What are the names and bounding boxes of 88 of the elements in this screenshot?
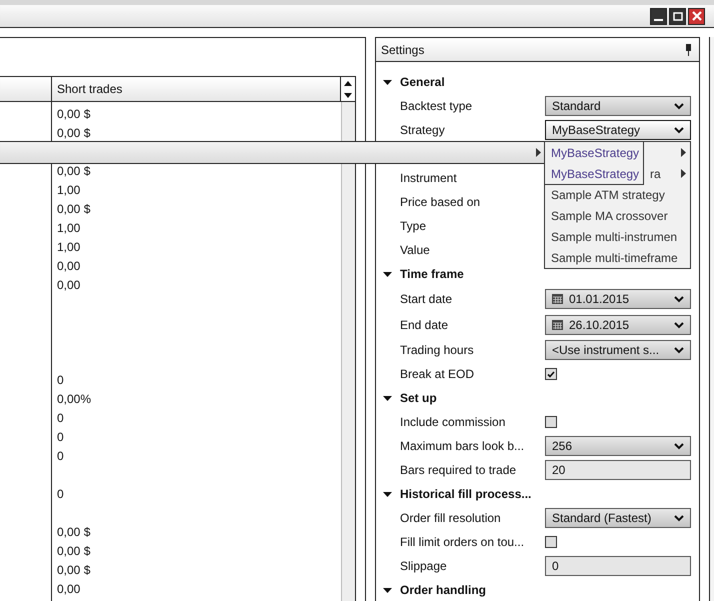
table-cell: 0,00 $ (57, 563, 90, 577)
submenu-arrow-icon (681, 148, 686, 157)
date-field[interactable]: 01.01.2015 (545, 289, 691, 309)
scrollbar-track[interactable] (341, 102, 355, 601)
property-label: Instrument (400, 171, 458, 185)
column-header[interactable]: Short trades (52, 77, 341, 101)
list-item[interactable]: Sample MA crossover (551, 208, 668, 222)
checkbox[interactable] (545, 368, 557, 380)
chevron-down-icon (674, 126, 684, 134)
collapse-icon[interactable] (383, 78, 392, 86)
table-cell: 0 (57, 449, 64, 463)
table-cell: 0 (57, 373, 64, 387)
table-cell: 0,00 (57, 278, 80, 292)
property-label: Strategy (400, 123, 446, 137)
property-label: Trading hours (400, 343, 475, 357)
scroll-down-icon[interactable] (344, 92, 352, 98)
input-field[interactable]: 20 (545, 460, 691, 480)
chevron-down-icon (674, 322, 684, 328)
maximize-icon (672, 12, 682, 20)
submenu-item[interactable]: MyBaseStrategy (545, 163, 643, 184)
collapse-icon[interactable] (383, 490, 392, 498)
list-item[interactable]: Sample ATM strategy (551, 188, 665, 202)
table-cell: 0,00 (57, 582, 80, 596)
chevron-down-icon (674, 442, 684, 450)
dropdown-field[interactable]: 256 (545, 436, 691, 456)
checkbox[interactable] (545, 536, 557, 548)
checkbox[interactable] (545, 416, 557, 428)
property-label: Order fill resolution (400, 511, 502, 525)
table-cell: 0,00 $ (57, 126, 90, 140)
property-label: End date (400, 318, 450, 332)
chevron-down-icon (674, 102, 684, 110)
submenu-arrow-icon (681, 169, 686, 178)
section-title: General (400, 75, 445, 89)
maximize-button[interactable] (669, 8, 686, 24)
property-label: Type (400, 219, 428, 233)
property-label: Break at EOD (400, 367, 476, 381)
section-title: Historical fill process... (400, 487, 532, 501)
dropdown-field[interactable]: Standard (Fastest) (545, 508, 691, 528)
property-label: Backtest type (400, 99, 474, 113)
table-cell: 0 (57, 487, 64, 501)
table-cell: 0,00 (57, 259, 80, 273)
dropdown-field[interactable]: Standard (545, 96, 691, 116)
table-cell: 0,00 $ (57, 525, 90, 539)
table-cell: 0,00 $ (57, 544, 90, 558)
close-icon (692, 11, 702, 21)
collapse-icon[interactable] (383, 586, 392, 594)
table-cell: 0,00 $ (57, 164, 90, 178)
dropdown-field[interactable]: <Use instrument s... (545, 340, 691, 360)
property-label: Fill limit orders on tou... (400, 535, 526, 549)
list-item[interactable]: Sample multi-timeframe (551, 250, 678, 264)
section-title: Time frame (400, 267, 464, 281)
chevron-down-icon (674, 296, 684, 302)
scroll-up-icon[interactable] (344, 80, 352, 86)
minimize-icon (654, 19, 663, 21)
pin-icon[interactable] (686, 44, 691, 56)
chevron-down-icon (674, 514, 684, 522)
table-cell: 1,00 (57, 240, 80, 254)
list-item[interactable]: Sample multi-instrumen (551, 230, 678, 244)
property-label: Price based on (400, 195, 482, 209)
property-label: Start date (400, 292, 454, 306)
calendar-icon (552, 320, 563, 330)
chevron-down-icon (674, 346, 684, 354)
table-cell: 0,00% (57, 392, 92, 406)
table-cell: 1,00 (57, 183, 80, 197)
submenu-arrow-icon (536, 148, 541, 157)
table-cell: 0 (57, 411, 64, 425)
table-cell: 1,00 (57, 221, 80, 235)
property-label: Value (400, 243, 431, 257)
submenu-item[interactable]: MyBaseStrategy (545, 142, 643, 163)
table-cell: 0 (57, 430, 64, 444)
property-label: Slippage (400, 559, 448, 573)
calendar-icon (552, 294, 563, 304)
list-item[interactable]: ra (650, 166, 661, 180)
property-label: Bars required to trade (400, 463, 518, 477)
section-title: Set up (400, 391, 437, 405)
close-button[interactable] (688, 8, 705, 24)
collapse-icon[interactable] (383, 394, 392, 402)
table-cell: 0,00 $ (57, 107, 90, 121)
dropdown-field[interactable]: MyBaseStrategy (545, 120, 691, 140)
panel-title: Settings (381, 42, 424, 56)
minimize-button[interactable] (650, 8, 667, 24)
input-field[interactable]: 0 (545, 556, 691, 576)
property-label: Include commission (400, 415, 506, 429)
section-title: Order handling (400, 583, 486, 597)
date-field[interactable]: 26.10.2015 (545, 315, 691, 335)
table-cell: 0,00 $ (57, 202, 90, 216)
property-label: Maximum bars look b... (400, 439, 526, 453)
collapse-icon[interactable] (383, 270, 392, 278)
